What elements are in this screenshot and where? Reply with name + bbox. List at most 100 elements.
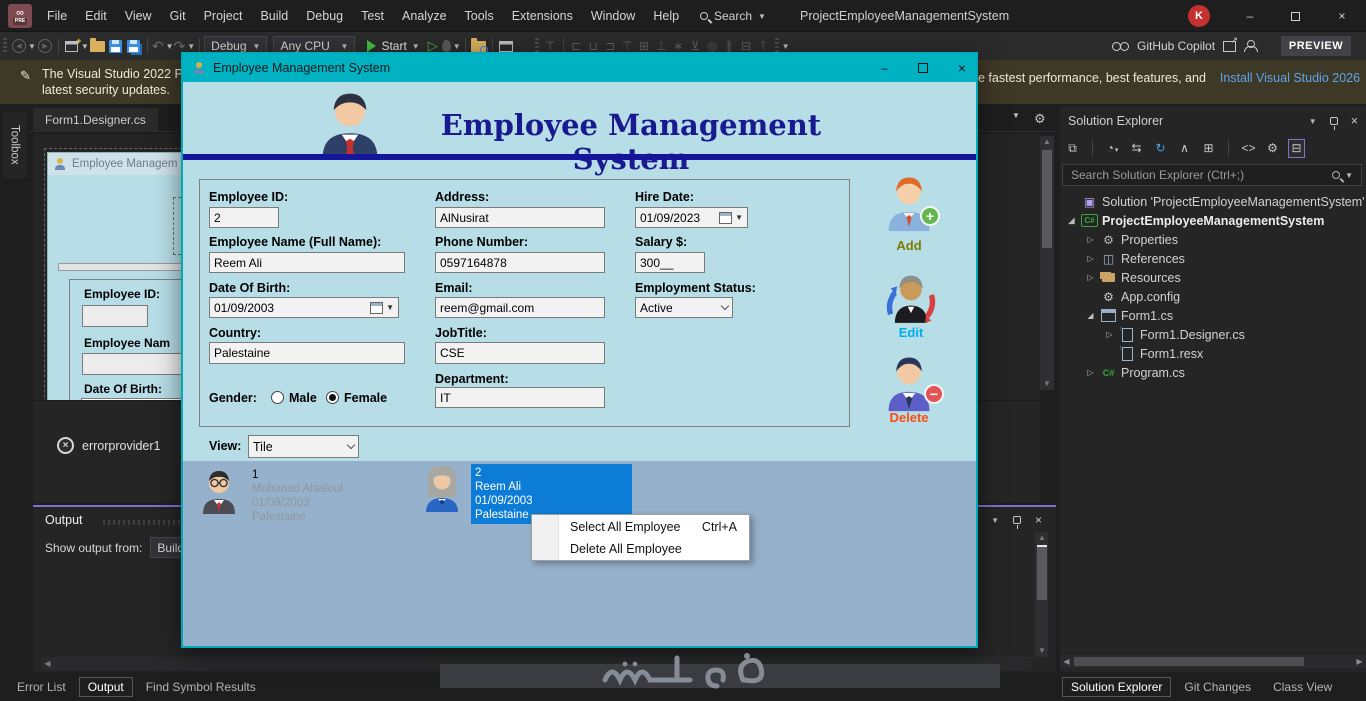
email-field[interactable]: reem@gmail.com (435, 297, 605, 318)
maximize-button[interactable] (1275, 0, 1315, 32)
employee-id-field[interactable]: 2 (209, 207, 279, 228)
align-bottoms-icon[interactable]: ⊥ (653, 39, 670, 53)
menu-item[interactable]: Tools (456, 0, 503, 32)
pin-icon[interactable] (1012, 516, 1021, 529)
pending-changes-filter-icon[interactable]: ◔ (1104, 139, 1121, 158)
horizontal-spacing-icon[interactable]: ∥ (721, 39, 738, 53)
employment-status-dropdown[interactable]: Active (635, 297, 733, 318)
scroll-left-icon[interactable]: ◀ (41, 657, 54, 670)
output-vertical-scrollbar[interactable]: ▲ ▼ (1035, 532, 1048, 657)
chevron-down-icon[interactable]: ▼ (735, 213, 743, 222)
close-icon[interactable]: × (1035, 513, 1042, 527)
job-title-field[interactable]: CSE (435, 342, 605, 364)
tree-item[interactable]: ▷ Program.cs (1060, 363, 1366, 382)
department-field[interactable]: IT (435, 387, 605, 408)
tree-item[interactable]: Form1.resx (1060, 344, 1366, 363)
scrollbar-thumb[interactable] (1074, 657, 1304, 666)
tool-window-tab[interactable]: Solution Explorer (1062, 677, 1172, 697)
tray-item-errorprovider[interactable]: × errorprovider1 (57, 437, 161, 454)
close-button[interactable]: × (1322, 0, 1362, 32)
align-tops-icon[interactable]: ⊤ (619, 39, 636, 53)
expander-icon[interactable]: ▷ (1085, 254, 1096, 263)
scroll-up-icon[interactable]: ▲ (1040, 136, 1054, 148)
expander-icon[interactable]: ◢ (1066, 216, 1077, 225)
scrollbar-thumb[interactable] (1042, 150, 1052, 248)
tool-window-tab[interactable]: Output (78, 677, 133, 697)
salary-field[interactable]: 300__ (635, 252, 705, 273)
app-titlebar[interactable]: Employee Management System – × (183, 54, 976, 82)
make-same-width-icon[interactable]: ∗ (670, 39, 687, 53)
account-icon[interactable] (1244, 40, 1259, 52)
expander-icon[interactable]: ▷ (1085, 235, 1096, 244)
menu-item[interactable]: Extensions (503, 0, 582, 32)
search-control[interactable]: Search ▼ (700, 0, 766, 32)
address-field[interactable]: AlNusirat (435, 207, 605, 228)
chevron-down-icon[interactable]: ▼ (28, 42, 36, 51)
app-minimize-button[interactable]: – (881, 61, 888, 75)
gender-male-label[interactable]: Male (289, 391, 317, 405)
make-same-height-icon[interactable]: ◎ (704, 39, 721, 53)
scroll-left-icon[interactable]: ◀ (1060, 655, 1073, 668)
menu-item[interactable]: Window (582, 0, 644, 32)
expander-icon[interactable]: ▷ (1104, 330, 1115, 339)
menu-item[interactable]: Edit (76, 0, 116, 32)
scroll-up-icon[interactable]: ▲ (1035, 532, 1049, 544)
delete-button-label[interactable]: Delete (880, 410, 938, 425)
expander-icon[interactable]: ▷ (1085, 368, 1096, 377)
menu-item[interactable]: Help (644, 0, 688, 32)
start-debugging-button[interactable]: Start ▼ (363, 39, 423, 53)
tree-item[interactable]: ◢ ProjectEmployeeManagementSystem (1060, 211, 1366, 230)
window-position-dropdown-icon[interactable]: ▼ (1309, 117, 1317, 126)
document-tab[interactable]: Form1.Designer.cs (33, 108, 158, 132)
navigate-back-button[interactable]: ◀ (10, 34, 28, 58)
app-maximize-button[interactable] (917, 63, 928, 73)
align-middles-icon[interactable]: ⊞ (636, 39, 653, 53)
align-lefts-icon[interactable]: ⊏ (568, 39, 585, 53)
scroll-down-icon[interactable]: ▼ (1040, 378, 1054, 390)
menu-item[interactable]: View (116, 0, 161, 32)
date-of-birth-picker[interactable]: 01/09/2003 ▼ (209, 297, 399, 318)
view-switcher-icon[interactable]: ⧉ (1064, 139, 1081, 158)
toolbar-overflow-icon[interactable]: ▼ (782, 42, 790, 51)
sync-with-active-document-icon[interactable]: ⇆ (1128, 139, 1145, 158)
menu-item[interactable]: File (38, 0, 76, 32)
chevron-down-icon[interactable]: ▼ (386, 303, 394, 312)
scroll-down-icon[interactable]: ▼ (1035, 645, 1049, 657)
phone-field[interactable]: 0597164878 (435, 252, 605, 273)
hire-date-picker[interactable]: 01/09/2023 ▼ (635, 207, 748, 228)
editor-vertical-scrollbar[interactable]: ▲ ▼ (1040, 136, 1054, 390)
close-icon[interactable]: × (1351, 114, 1358, 128)
make-same-size-icon[interactable]: ⊻ (687, 39, 704, 53)
employee-list[interactable]: 1 Mohanad Alsaloul 01/09/2003 Palestaine (183, 461, 976, 646)
edit-button-label[interactable]: Edit (882, 325, 940, 340)
undo-button[interactable]: ↶ ▼ (152, 34, 174, 58)
copilot-label[interactable]: GitHub Copilot (1137, 39, 1215, 53)
bring-to-front-icon[interactable]: ⊺ (755, 39, 772, 53)
save-button[interactable] (107, 34, 125, 58)
Mohanad Alsaloul[interactable]: 1 Mohanad Alsaloul 01/09/2003 Palestaine (198, 466, 409, 526)
context-menu-item[interactable]: Delete All Employee (532, 538, 749, 560)
tree-item[interactable]: ◢ Form1.cs (1060, 306, 1366, 325)
scroll-right-icon[interactable]: ▶ (1353, 655, 1366, 668)
preview-selected-items-icon[interactable]: ⊞ (1200, 139, 1217, 158)
solution-explorer-search[interactable]: Search Solution Explorer (Ctrl+;) ▼ (1062, 164, 1362, 186)
menu-item[interactable]: Debug (297, 0, 352, 32)
minimize-button[interactable]: – (1230, 0, 1270, 32)
designer-textbox[interactable] (82, 305, 148, 327)
toolbox-tab[interactable]: Toolbox (3, 112, 26, 178)
menu-item[interactable]: Git (161, 0, 195, 32)
chevron-down-icon[interactable]: ▼ (81, 42, 89, 51)
tree-item[interactable]: Solution 'ProjectEmployeeManagementSyste… (1060, 192, 1366, 211)
gender-female-label[interactable]: Female (344, 391, 387, 405)
save-all-button[interactable] (125, 34, 143, 58)
install-vs-link[interactable]: Install Visual Studio 2026 (1220, 71, 1360, 86)
collapse-all-icon[interactable]: ∧ (1176, 139, 1193, 158)
share-icon[interactable] (1223, 35, 1238, 52)
tree-item[interactable]: ▷ Resources (1060, 268, 1366, 287)
align-rights-icon[interactable]: ⊐ (602, 39, 619, 53)
tree-item[interactable]: ▷ References (1060, 249, 1366, 268)
add-button[interactable]: + (880, 168, 940, 232)
edit-button[interactable] (882, 264, 940, 328)
gender-female-radio[interactable] (326, 391, 339, 404)
tree-item[interactable]: App.config (1060, 287, 1366, 306)
